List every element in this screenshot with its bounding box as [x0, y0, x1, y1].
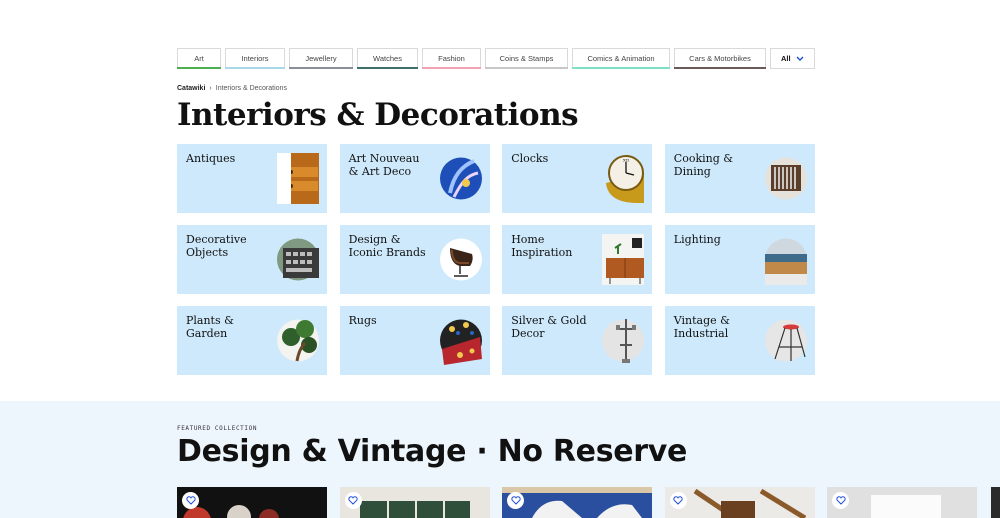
category-tile-silver-gold-decor[interactable]: Silver & Gold Decor [502, 306, 653, 375]
lot-image [693, 488, 807, 518]
page-title: Interiors & Decorations [177, 97, 579, 133]
lot-card-partial[interactable] [991, 487, 1000, 518]
all-categories-dropdown[interactable]: All [770, 48, 815, 69]
category-grid: Antiques Art Nouveau & Art Deco Clocks X… [177, 144, 815, 375]
heart-icon [836, 496, 846, 505]
category-tile-label: Vintage & Industrial [673, 314, 730, 340]
category-tile-vintage-industrial[interactable]: Vintage & Industrial [664, 306, 815, 375]
typewriter-image [277, 234, 319, 285]
lot-image [183, 505, 279, 518]
category-tile-art-nouveau[interactable]: Art Nouveau & Art Deco [339, 144, 490, 213]
featured-title: Design & Vintage · No Reserve [177, 434, 688, 469]
category-tile-label: Antiques [186, 152, 236, 165]
category-tile-lighting[interactable]: Lighting [664, 225, 815, 294]
art-nouveau-vase-image [439, 153, 482, 204]
lot-card[interactable] [664, 487, 815, 518]
tab-underline [357, 67, 418, 69]
sideboard-image [602, 234, 645, 285]
favorite-button[interactable] [344, 492, 362, 509]
category-tile-clocks[interactable]: Clocks XII [502, 144, 653, 213]
tab-comics-animation[interactable]: Comics & Animation [572, 48, 670, 69]
svg-text:XII: XII [623, 158, 629, 163]
category-tile-label: Cooking & Dining [673, 152, 734, 178]
tab-coins-stamps[interactable]: Coins & Stamps [485, 48, 568, 69]
breadcrumb: Catawiki › Interiors & Decorations [177, 85, 287, 92]
tab-art[interactable]: Art [177, 48, 221, 69]
breadcrumb-current: Interiors & Decorations [215, 85, 287, 92]
category-tile-cooking-dining[interactable]: Cooking & Dining [664, 144, 815, 213]
tab-underline [225, 67, 285, 69]
category-tile-label: Plants & Garden [186, 314, 234, 340]
category-tile-label: Rugs [348, 314, 377, 327]
tab-watches[interactable]: Watches [357, 48, 418, 69]
tab-underline [485, 67, 568, 69]
category-tile-design-iconic-brands[interactable]: Design & Iconic Brands [339, 225, 490, 294]
category-tile-label: Art Nouveau & Art Deco [348, 152, 420, 178]
antique-chest-image [277, 153, 319, 204]
heart-icon [185, 496, 196, 505]
tab-underline [422, 67, 481, 69]
clock-image: XII [602, 153, 645, 204]
featured-eyebrow: FEATURED COLLECTION [177, 425, 258, 432]
lounge-chair-image [439, 234, 482, 285]
chevron-down-icon [796, 56, 804, 61]
category-nav: Art Interiors Jewellery Watches Fashion … [177, 48, 815, 69]
breadcrumb-separator: › [209, 85, 212, 92]
category-tile-rugs[interactable]: Rugs [339, 306, 490, 375]
favorite-button[interactable] [182, 492, 199, 509]
tab-underline [674, 67, 766, 69]
lot-carousel [177, 487, 978, 518]
lot-card[interactable] [827, 487, 978, 518]
category-tile-plants-garden[interactable]: Plants & Garden [177, 306, 327, 375]
heart-icon [673, 496, 683, 505]
tab-underline [177, 67, 221, 69]
category-tile-label: Decorative Objects [186, 233, 247, 259]
breadcrumb-home-link[interactable]: Catawiki [177, 85, 205, 92]
lot-image [502, 487, 653, 518]
tab-fashion[interactable]: Fashion [422, 48, 481, 69]
tab-underline [289, 67, 353, 69]
lot-card[interactable] [502, 487, 653, 518]
category-tile-label: Design & Iconic Brands [348, 233, 426, 259]
category-tile-decorative-objects[interactable]: Decorative Objects [177, 225, 327, 294]
category-tile-home-inspiration[interactable]: Home Inspiration [502, 225, 653, 294]
category-tile-antiques[interactable]: Antiques [177, 144, 327, 213]
tab-cars-motorbikes[interactable]: Cars & Motorbikes [674, 48, 766, 69]
stool-image [764, 315, 807, 366]
heart-icon [511, 496, 521, 505]
candelabra-image [602, 315, 645, 366]
category-tile-label: Silver & Gold Decor [511, 314, 587, 340]
category-tile-label: Clocks [511, 152, 549, 165]
tab-interiors[interactable]: Interiors [225, 48, 285, 69]
lamp-image [764, 234, 807, 285]
category-tile-label: Home Inspiration [511, 233, 573, 259]
tab-underline [572, 67, 670, 69]
lot-card[interactable] [339, 487, 490, 518]
heart-icon [348, 496, 358, 505]
category-tile-label: Lighting [673, 233, 721, 246]
bonsai-image [277, 315, 319, 366]
rug-image [439, 315, 482, 366]
lot-card[interactable] [177, 487, 327, 518]
tab-jewellery[interactable]: Jewellery [289, 48, 353, 69]
lot-image [871, 495, 942, 518]
lot-image [359, 501, 470, 518]
cutlery-image [764, 153, 807, 204]
favorite-button[interactable] [669, 492, 687, 509]
